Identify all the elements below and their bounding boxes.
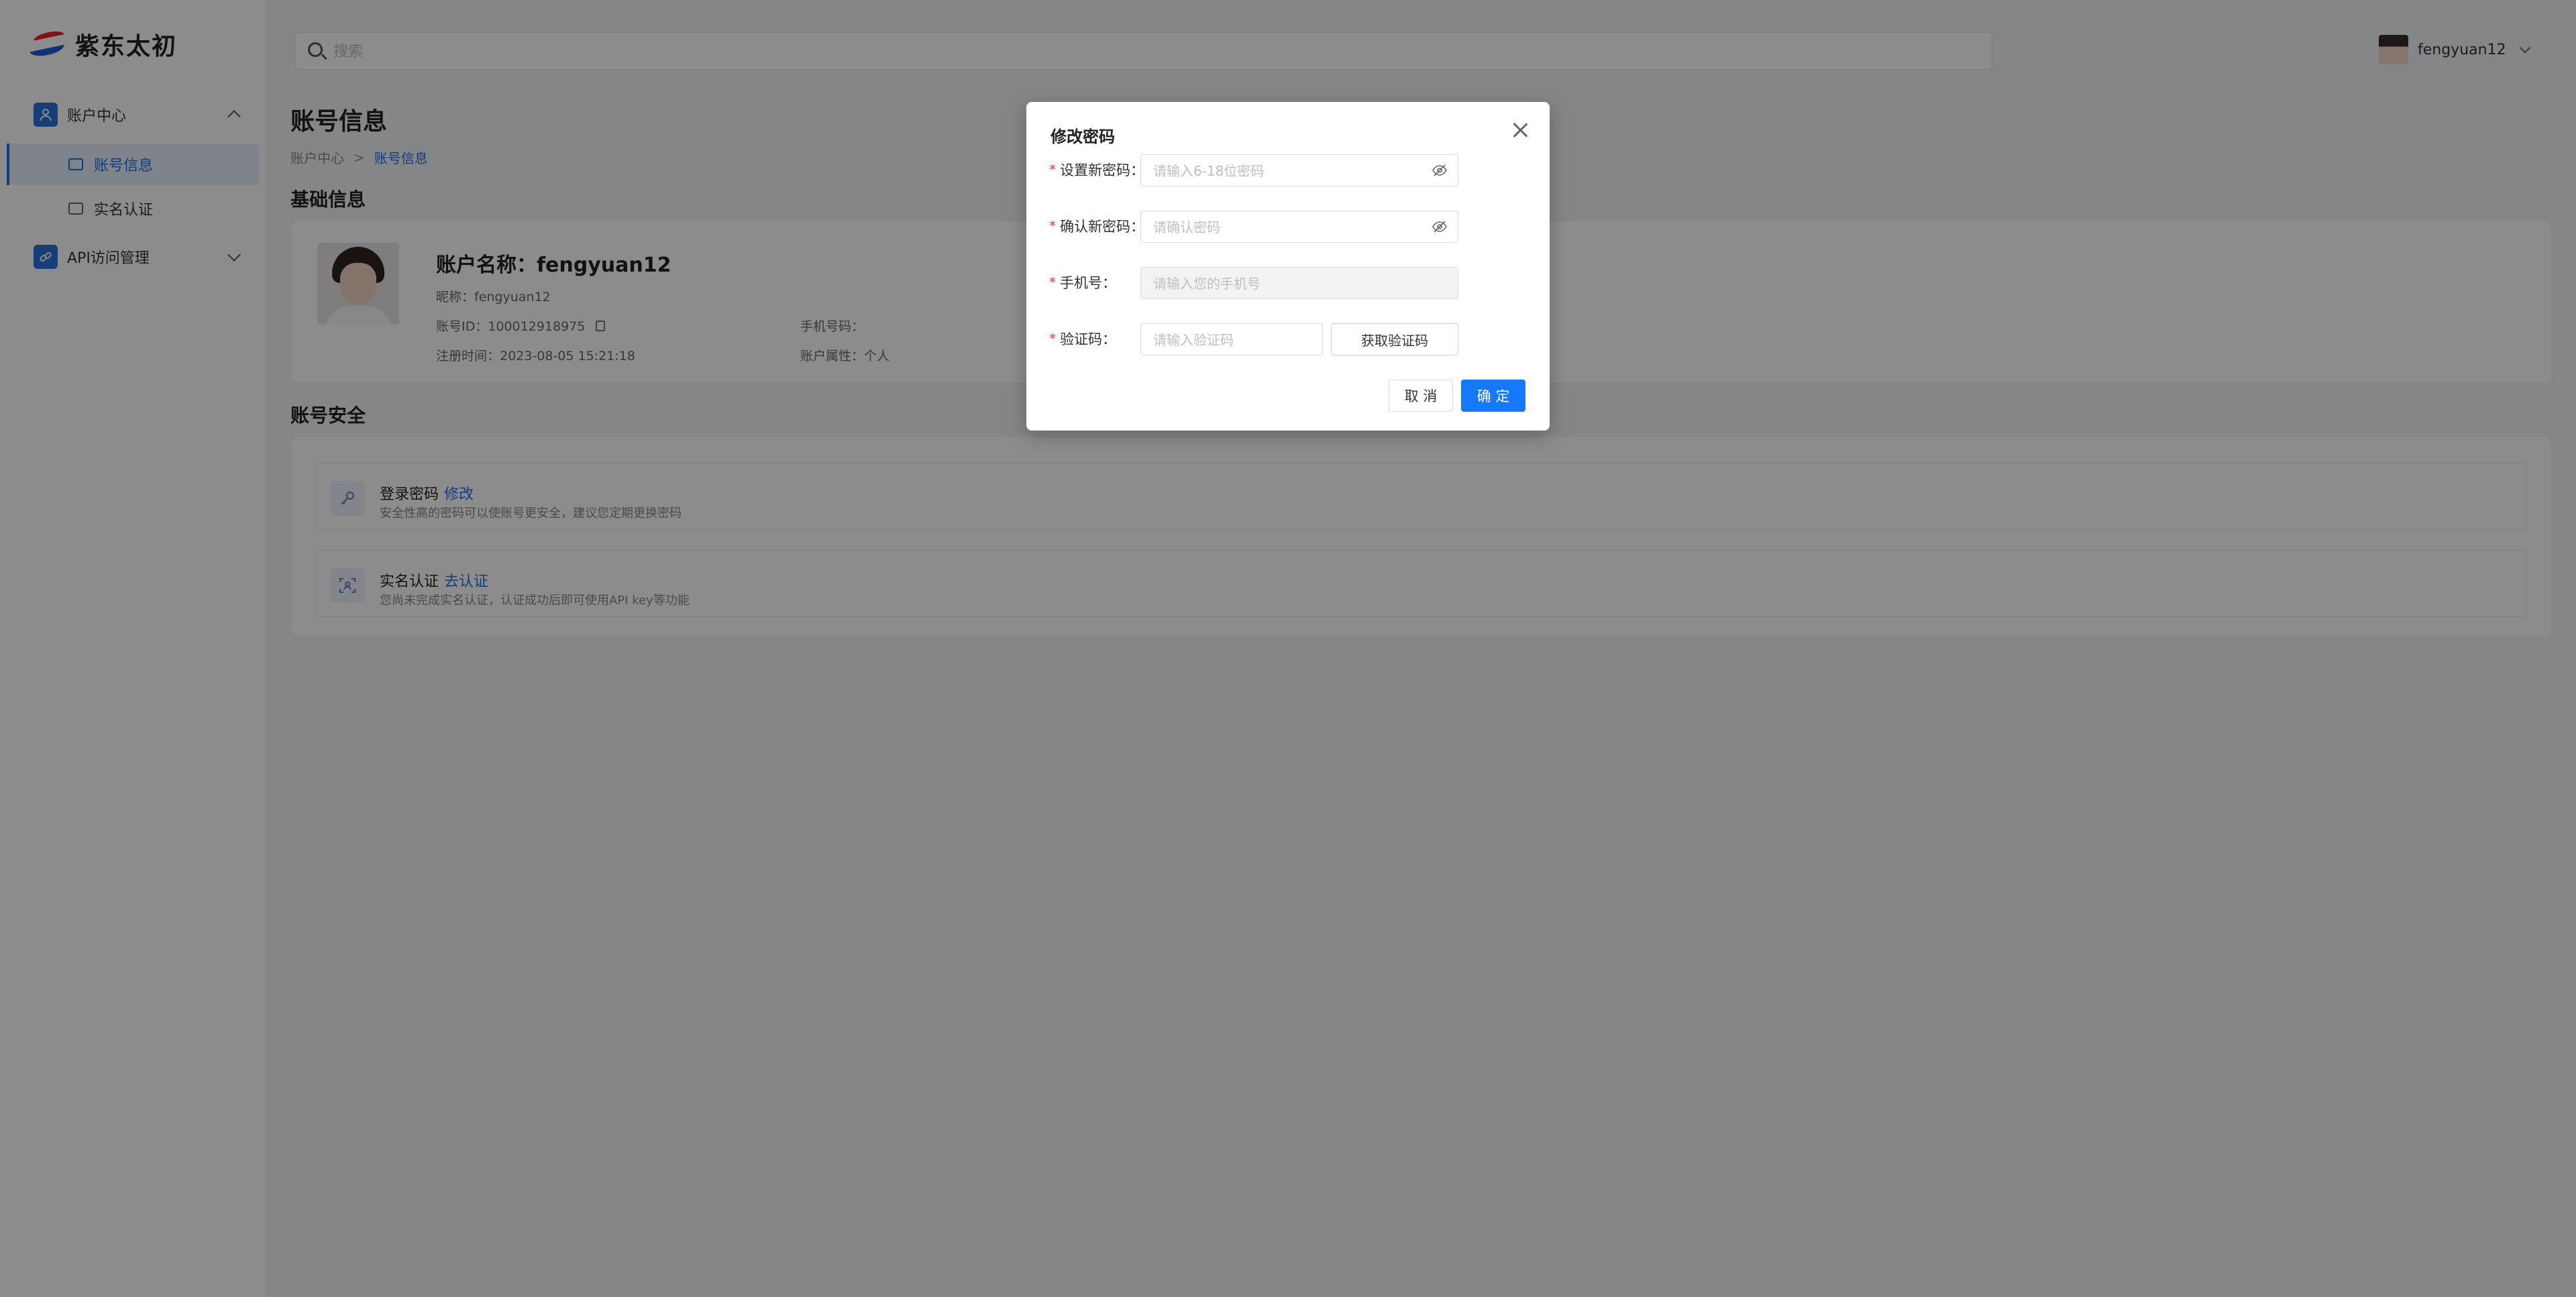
cancel-button[interactable]: 取 消 [1389,380,1453,412]
phone-input [1153,274,1421,293]
code-field[interactable] [1140,323,1323,355]
required-mark: * [1049,162,1056,178]
confirm-password-label: * 确认新密码： [1049,216,1144,236]
phone-label: * 手机号： [1049,272,1116,292]
label-text: 手机号： [1060,275,1116,291]
change-password-modal: 修改密码 * 设置新密码： * 确认新密码： * 手机号： * 验证码： 获取验… [1026,102,1550,431]
confirm-password-input[interactable] [1153,218,1421,237]
label-text: 设置新密码： [1060,162,1144,178]
new-password-field[interactable] [1140,154,1458,186]
new-password-input[interactable] [1153,162,1421,180]
eye-off-icon[interactable] [1432,164,1447,176]
modal-title: 修改密码 [1051,127,1115,146]
confirm-button[interactable]: 确 定 [1461,380,1525,412]
code-label: * 验证码： [1049,329,1116,349]
close-icon[interactable] [1511,121,1529,139]
required-mark: * [1049,274,1056,290]
required-mark: * [1049,331,1056,347]
new-password-label: * 设置新密码： [1049,160,1144,180]
eye-off-icon[interactable] [1432,221,1447,233]
label-text: 验证码： [1060,331,1116,347]
get-code-button[interactable]: 获取验证码 [1331,323,1458,355]
confirm-password-field[interactable] [1140,211,1458,243]
required-mark: * [1049,218,1056,234]
label-text: 确认新密码： [1060,219,1144,235]
code-input[interactable] [1153,331,1314,349]
phone-field [1140,267,1458,299]
